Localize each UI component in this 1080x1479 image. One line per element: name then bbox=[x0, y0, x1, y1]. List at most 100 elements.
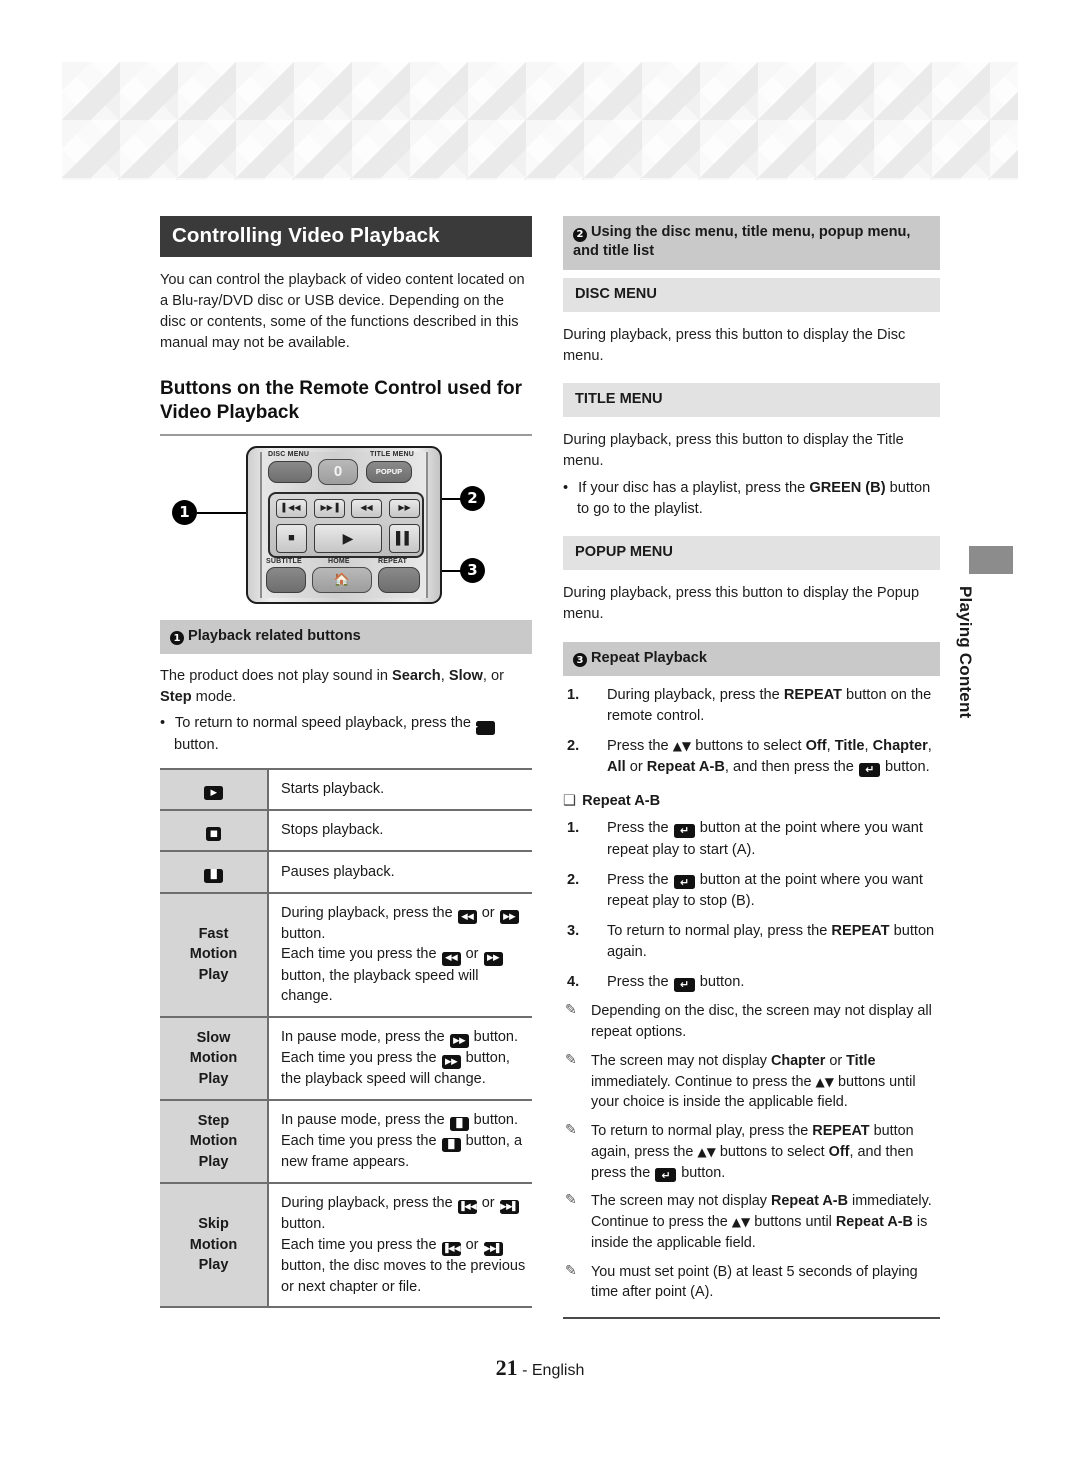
rewind-key[interactable]: ◀◀ bbox=[351, 498, 382, 518]
play-key[interactable]: ▶ bbox=[314, 523, 382, 553]
tm-bullet-pre: If your disc has a playlist, press the bbox=[578, 479, 810, 496]
prev-glyph: ▐◀◀ bbox=[441, 1242, 461, 1257]
home-key[interactable]: 🏠 bbox=[312, 566, 372, 593]
table-row: Slow Motion Play In pause mode, press the ▶… bbox=[160, 1015, 532, 1100]
repeat-ab-steps: 1. Press the ↵ button at the point where … bbox=[563, 818, 940, 993]
pencil-note-icon: ✎ bbox=[565, 1002, 577, 1019]
section-subheading: Buttons on the Remote Control used for V… bbox=[160, 377, 523, 423]
repeat-ab-heading: ❑ Repeat A-B bbox=[563, 792, 940, 809]
section-3-heading-text: Repeat Playback bbox=[591, 649, 708, 666]
table-cell-value: In pause mode, press the ▶▶ button. Each … bbox=[268, 1015, 532, 1100]
table-cell-value: During playback, press the ◀◀ or ▶▶ butt… bbox=[268, 891, 532, 1017]
step-number: 3. bbox=[567, 923, 580, 939]
section-1-bullet: To return to normal speed playback, pres… bbox=[160, 713, 532, 755]
pencil-note-icon: ✎ bbox=[565, 1051, 577, 1068]
table-cell-key: Step Motion Play bbox=[160, 1098, 269, 1183]
p1-mid: , bbox=[440, 668, 449, 685]
emphasis-text: Repeat A-B bbox=[646, 759, 725, 776]
step-number: 2. bbox=[567, 738, 580, 755]
play-glyph: ▶ bbox=[204, 786, 223, 801]
section-1-heading-text: Playback related buttons bbox=[188, 627, 361, 644]
square-bullet-icon: ❑ bbox=[563, 793, 577, 810]
section-2-heading-text: Using the disc menu, title menu, popup m… bbox=[573, 224, 911, 260]
table-cell-key: ▶ bbox=[160, 767, 269, 811]
step-item: 4. Press the ↵ button. bbox=[563, 972, 940, 993]
popup-key[interactable]: POPUP bbox=[366, 460, 412, 483]
enter-glyph: ↵ bbox=[858, 762, 880, 777]
up-down-arrows-icon: ▲▼ bbox=[731, 1215, 751, 1230]
note-item: ✎ You must set point (B) at least 5 secon… bbox=[565, 1262, 918, 1301]
emphasis-text: Off bbox=[828, 1143, 850, 1160]
emphasis-text: REPEAT bbox=[783, 686, 842, 703]
disc-menu-key[interactable] bbox=[268, 460, 312, 483]
section-2-heading: 2 Using the disc menu, title menu, popup … bbox=[563, 216, 940, 270]
table-row: Fast Motion Play During playback, press the… bbox=[160, 891, 532, 1017]
emphasis-text: REPEAT bbox=[812, 1123, 870, 1140]
table-cell-value: Stops playback. bbox=[268, 809, 532, 852]
manual-page: Controlling Video Playback You can contr… bbox=[0, 0, 1080, 1479]
p1-pre: The product does not play sound in bbox=[160, 668, 393, 685]
up-down-arrows-icon: ▲▼ bbox=[697, 1144, 716, 1159]
step-item: 1. Press the ↵ button at the point where … bbox=[567, 820, 923, 858]
step-number: 2. bbox=[567, 871, 580, 888]
callout-marker-1: 1 bbox=[172, 499, 197, 525]
home-label: HOME bbox=[328, 557, 350, 565]
subtitle-label: SUBTITLE bbox=[266, 557, 302, 565]
table-row: ▐▌ Pauses playback. bbox=[160, 850, 532, 893]
remote-body: DISC MENU TITLE MENU 0 POPUP ▌◀◀ ▶▶▐ ◀◀ … bbox=[246, 445, 442, 604]
next-glyph: ▶▶▌ bbox=[499, 1200, 519, 1215]
p1-mid2: , or bbox=[482, 668, 504, 685]
enter-glyph: ↵ bbox=[673, 875, 695, 890]
table-cell-key: Fast Motion Play bbox=[160, 891, 269, 1017]
table-cell-key: Skip Motion Play bbox=[160, 1181, 269, 1309]
page-language: - English bbox=[522, 1362, 585, 1379]
left-column: Controlling Video Playback You can contr… bbox=[160, 216, 532, 1309]
p1-post: mode. bbox=[191, 689, 237, 706]
fast-forward-key[interactable]: ▶▶ bbox=[389, 498, 420, 518]
note-item: ✎ To return to normal play, press the REP… bbox=[565, 1122, 914, 1183]
prev-track-key[interactable]: ▌◀◀ bbox=[276, 498, 307, 518]
side-tab-marker bbox=[969, 546, 1013, 574]
notes-list: ✎ Depending on the disc, the screen may n… bbox=[563, 1001, 940, 1303]
table-row: Skip Motion Play During playback, press the… bbox=[160, 1181, 532, 1309]
intro-paragraph: You can control the playback of video co… bbox=[160, 272, 525, 352]
next-track-key[interactable]: ▶▶▐ bbox=[314, 498, 345, 518]
stop-key[interactable]: ■ bbox=[276, 523, 307, 553]
disc-menu-heading: DISC MENU bbox=[563, 277, 940, 312]
table-cell-value: In pause mode, press the ▐▌ button. Each … bbox=[268, 1098, 532, 1183]
repeat-key[interactable] bbox=[378, 566, 420, 593]
ffwd-glyph: ▶▶ bbox=[441, 1055, 461, 1070]
repeat-ab-heading-text: Repeat A-B bbox=[582, 793, 661, 810]
pause-key[interactable]: ▌▌ bbox=[389, 523, 420, 553]
step-number: 1. bbox=[567, 686, 580, 703]
title-menu-bullet: If your disc has a playlist, press the G… bbox=[563, 478, 940, 520]
emphasis-text: REPEAT bbox=[831, 923, 890, 939]
side-tab-label: Playing Content bbox=[956, 586, 975, 719]
table-cell-value: Pauses playback. bbox=[268, 850, 532, 893]
emphasis-text: Title bbox=[846, 1052, 876, 1069]
emphasis-text: Off bbox=[805, 738, 827, 755]
rewind-glyph: ◀◀ bbox=[457, 909, 477, 924]
zero-key[interactable]: 0 bbox=[318, 458, 358, 485]
disc-menu-text: During playback, press this button to di… bbox=[563, 326, 906, 364]
step-item: 1. During playback, press the REPEAT butt… bbox=[567, 686, 932, 724]
enter-glyph: ↵ bbox=[673, 823, 695, 838]
table-cell-value: During playback, press the ▐◀◀ or ▶▶▌ bu… bbox=[268, 1181, 532, 1309]
table-row: Step Motion Play In pause mode, press the ▐… bbox=[160, 1098, 532, 1183]
pause-glyph: ▐▌ bbox=[204, 868, 223, 883]
pause-glyph: ▐▌ bbox=[449, 1117, 469, 1132]
step-number: 4. bbox=[567, 974, 580, 991]
pencil-note-icon: ✎ bbox=[565, 1262, 577, 1279]
section-1-paragraph: The product does not play sound in Searc… bbox=[160, 666, 532, 708]
step-item: 2. Press the ↵ button at the point where … bbox=[567, 871, 923, 909]
bullet-pre: To return to normal speed playback, pres… bbox=[174, 715, 476, 732]
step-number: 1. bbox=[567, 820, 580, 837]
note-item: ✎ Depending on the disc, the screen may n… bbox=[565, 1002, 932, 1041]
repeat-label: REPEAT bbox=[378, 557, 408, 565]
table-row: ■ Stops playback. bbox=[160, 809, 532, 852]
step-item: 2. Press the ▲▼ buttons to select Off, Ti… bbox=[567, 738, 932, 777]
title-menu-heading: TITLE MENU bbox=[563, 383, 940, 418]
subtitle-key[interactable] bbox=[266, 566, 306, 593]
up-down-arrows-icon: ▲▼ bbox=[815, 1074, 834, 1089]
title-menu-label: TITLE MENU bbox=[370, 450, 414, 458]
